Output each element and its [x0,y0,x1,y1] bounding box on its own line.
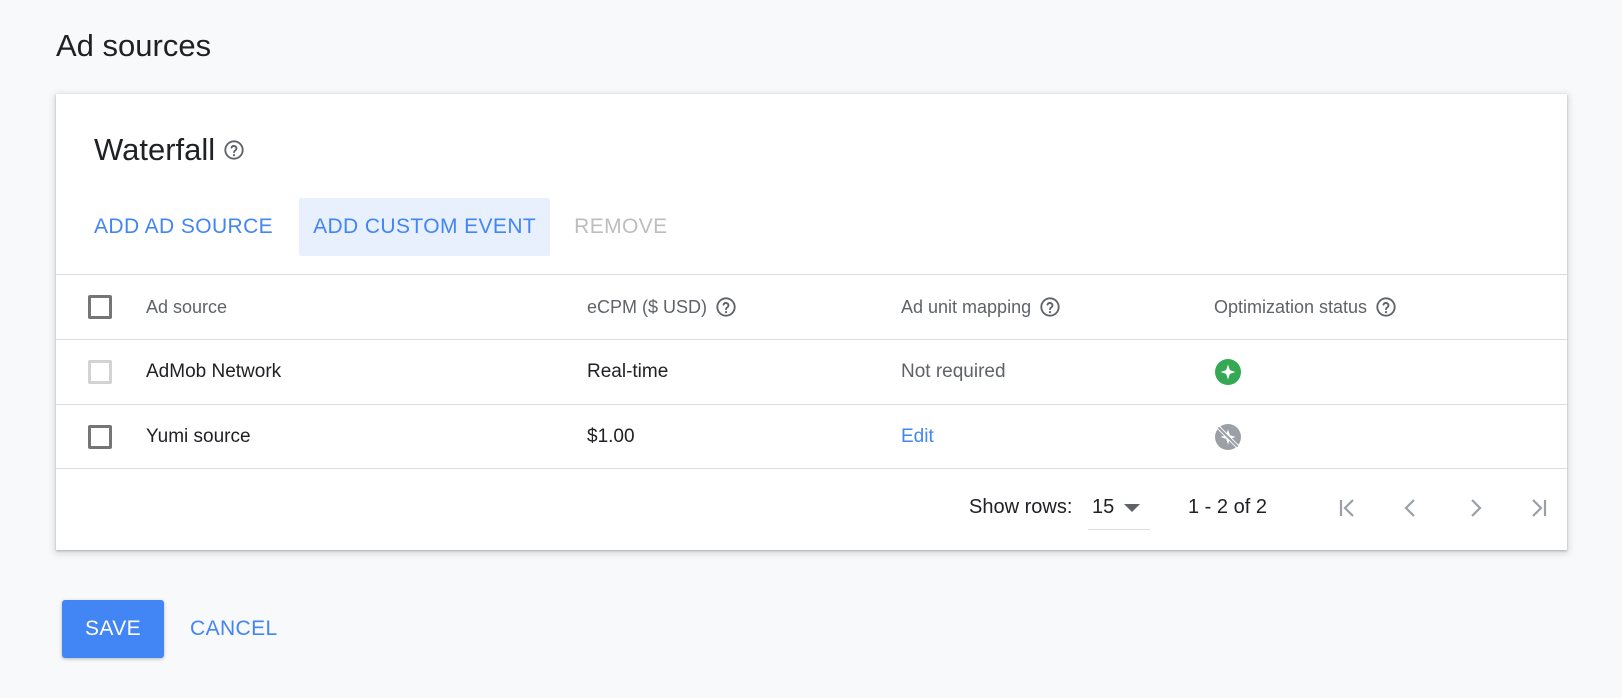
optimization-off-icon [1214,423,1242,451]
mapping-value: Not required [901,361,1006,382]
help-icon[interactable] [1375,296,1397,318]
ecpm-value: Real-time [587,361,669,382]
save-button[interactable]: SAVE [62,600,164,658]
help-icon[interactable] [223,139,245,161]
header-ad-source[interactable]: Ad source [146,297,227,318]
waterfall-toolbar: ADD AD SOURCE ADD CUSTOM EVENT REMOVE [94,198,682,256]
rows-per-page-value: 15 [1092,496,1115,518]
table-row: Yumi source $1.00 Edit [56,404,1567,469]
page-range-label: 1 - 2 of 2 [1188,496,1267,518]
header-optimization-status[interactable]: Optimization status [1214,297,1367,318]
optimized-sparkle-icon [1214,358,1242,386]
waterfall-title: Waterfall [94,132,216,167]
remove-button: REMOVE [560,198,681,256]
add-ad-source-button[interactable]: ADD AD SOURCE [94,198,287,256]
waterfall-card: Waterfall ADD AD SOURCE ADD CUSTOM EVENT… [56,94,1567,550]
ad-source-name: Yumi source [146,425,251,447]
rows-per-page-select[interactable]: 15 [1088,486,1150,530]
table-row: AdMob Network Real-time Not required [56,339,1567,404]
waterfall-heading: Waterfall [94,132,245,168]
select-all-checkbox[interactable] [88,295,112,319]
ecpm-value: $1.00 [587,425,635,447]
table-header-row: Ad source eCPM ($ USD) Ad unit mapping O… [56,274,1567,339]
first-page-icon[interactable] [1331,492,1363,524]
cancel-button[interactable]: CANCEL [178,600,290,658]
ad-sources-table: Ad source eCPM ($ USD) Ad unit mapping O… [56,274,1567,469]
ad-source-name: AdMob Network [146,361,282,382]
chevron-down-icon [1124,504,1140,512]
header-ad-unit-mapping[interactable]: Ad unit mapping [901,297,1031,318]
show-rows-label: Show rows: [969,496,1073,518]
pagination-bar: Show rows: 15 1 - 2 of 2 [56,468,1567,550]
help-icon[interactable] [1039,296,1061,318]
last-page-icon[interactable] [1523,492,1555,524]
page-title: Ad sources [56,28,212,63]
row-checkbox[interactable] [88,424,112,449]
help-icon[interactable] [715,296,737,318]
previous-page-icon[interactable] [1395,492,1427,524]
header-ecpm[interactable]: eCPM ($ USD) [587,297,707,318]
add-custom-event-button[interactable]: ADD CUSTOM EVENT [299,198,551,256]
edit-mapping-link[interactable]: Edit [901,426,934,448]
next-page-icon[interactable] [1459,492,1491,524]
row-checkbox-disabled [88,360,112,384]
